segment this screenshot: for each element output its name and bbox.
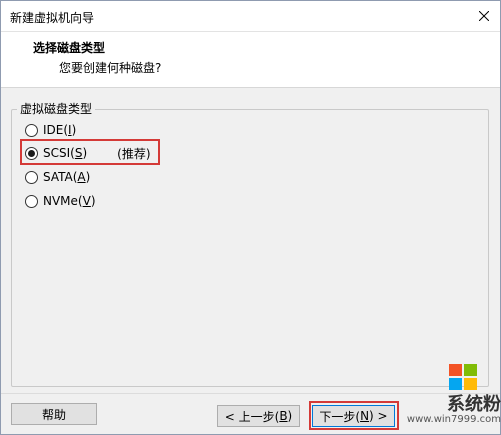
radio-option-ide[interactable]: IDE(I): [25, 121, 76, 139]
radio-nvme[interactable]: [25, 194, 38, 208]
disk-type-group-label: 虚拟磁盘类型: [17, 100, 96, 117]
page-title: 选择磁盘类型: [33, 41, 106, 55]
help-button[interactable]: 帮助: [11, 403, 97, 425]
watermark-url: www.win7999.com: [406, 414, 501, 425]
radio-sata-label: SATA(A): [43, 170, 91, 184]
page-subtitle: 您要创建何种磁盘?: [59, 61, 162, 75]
radio-ide-label: IDE(I): [43, 123, 77, 137]
radio-nvme-label: NVMe(V): [43, 194, 96, 208]
radio-option-scsi[interactable]: SCSI(S) (推荐): [25, 144, 151, 162]
recommended-note: (推荐): [117, 146, 151, 161]
new-vm-wizard-window: 新建虚拟机向导 选择磁盘类型 您要创建何种磁盘? 虚拟磁盘类型 IDE(I) S…: [0, 0, 501, 435]
close-button[interactable]: [467, 1, 500, 31]
radio-scsi-label: SCSI(S): [43, 146, 88, 160]
window-title: 新建虚拟机向导: [10, 11, 95, 25]
back-button[interactable]: < 上一步(B): [217, 405, 300, 427]
radio-ide[interactable]: [25, 123, 38, 137]
watermark: 系统粉 www.win7999.com: [407, 361, 501, 435]
radio-sata[interactable]: [25, 170, 38, 184]
wizard-header: 选择磁盘类型 您要创建何种磁盘?: [1, 32, 500, 88]
radio-scsi[interactable]: [25, 146, 38, 160]
watermark-brand: 系统粉: [447, 394, 501, 415]
title-bar: 新建虚拟机向导: [1, 1, 500, 32]
radio-option-nvme[interactable]: NVMe(V): [25, 192, 96, 210]
close-icon: [478, 11, 489, 21]
windows-logo-icon: [449, 364, 477, 390]
radio-option-sata[interactable]: SATA(A): [25, 168, 90, 186]
